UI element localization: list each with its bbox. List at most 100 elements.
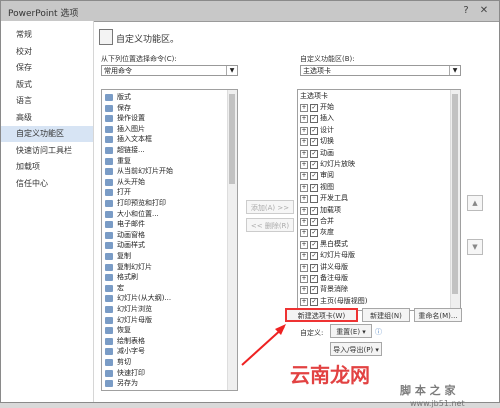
command-item[interactable]: 复制幻灯片 [102,263,152,272]
command-item[interactable]: 绘制表格 [102,337,145,346]
expand-icon[interactable]: + [300,161,308,169]
tab-checkbox[interactable]: ✓ [310,138,318,147]
tab-checkbox[interactable]: ✓ [310,104,318,112]
expand-icon[interactable]: + [300,138,308,147]
command-item[interactable]: 从头开始 [102,178,145,187]
commands-list[interactable]: 版式 保存 操作设置 插入图片 插入文本框 超链接... 重复 从当前幻灯片开始 从头开始 打开打… [101,89,238,391]
command-item[interactable]: 宏 [102,284,124,293]
command-item[interactable]: 格式刷 [102,273,138,282]
ribbon-tab-item[interactable]: + ✓ 幻灯片母版 [298,251,355,261]
command-item[interactable]: 大小和位置... [102,210,159,219]
command-item[interactable]: 快速打印 [102,369,145,378]
command-item[interactable]: 幻灯片(从大纲)... [102,294,171,303]
reset-button[interactable]: 重置(E) ▾ [330,324,372,338]
command-item[interactable]: 电子邮件 [102,220,145,229]
ribbon-tab-item[interactable]: + ✓ 设计 [298,126,334,135]
expand-icon[interactable]: + [300,218,308,226]
customize-ribbon-select[interactable]: 主选项卡 ▼ [300,65,461,76]
ribbon-tab-item[interactable]: + ✓ 加载项 [298,206,341,215]
expand-icon[interactable]: + [300,104,308,112]
expand-icon[interactable]: + [300,240,308,249]
expand-icon[interactable]: + [300,263,308,272]
ribbon-tab-item[interactable]: + ✓ 动画 [298,149,334,158]
command-item[interactable]: 打印预览和打印 [102,199,166,208]
expand-icon[interactable]: + [300,195,308,204]
command-item[interactable]: 打开 [102,188,131,197]
choose-commands-select[interactable]: 常用命令 ▼ [101,65,238,76]
command-item[interactable]: 动画窗格 [102,231,145,240]
ribbon-tab-item[interactable]: + 开发工具 [298,194,348,204]
tab-checkbox[interactable]: ✓ [310,172,318,181]
nav-item[interactable]: 快速访问工具栏 [1,143,93,159]
nav-item[interactable]: 加载项 [1,159,93,175]
ribbon-tab-item[interactable]: + ✓ 黑白模式 [298,240,348,249]
command-item[interactable]: 幻灯片母版 [102,316,152,325]
ribbon-tab-item[interactable]: + ✓ 视图 [298,183,334,192]
command-item[interactable]: 重复 [102,157,131,166]
command-item[interactable]: 剪切 [102,358,131,367]
expand-icon[interactable]: + [300,297,308,306]
tab-checkbox[interactable]: ✓ [310,183,318,192]
ribbon-tab-item[interactable]: + ✓ 讲义母版 [298,263,348,272]
command-item[interactable]: 操作设置 [102,114,145,123]
tab-checkbox[interactable]: ✓ [310,206,318,215]
command-item[interactable]: 动画样式 [102,241,145,250]
nav-item[interactable]: 信任中心 [1,176,93,192]
nav-item[interactable]: 语言 [1,93,93,109]
scroll-thumb[interactable] [229,94,235,184]
ribbon-tab-item[interactable]: + ✓ 开始 [298,103,334,112]
rename-button[interactable]: 重命名(M)... [414,308,462,322]
remove-button[interactable]: << 删除(R) [246,218,294,232]
expand-icon[interactable]: + [300,115,308,124]
tab-checkbox[interactable]: ✓ [310,229,318,238]
nav-item[interactable]: 校对 [1,44,93,60]
tab-checkbox[interactable]: ✓ [310,218,318,226]
expand-icon[interactable]: + [300,172,308,181]
ribbon-tab-item[interactable]: + ✓ 备注母版 [298,274,348,283]
tab-checkbox[interactable]: ✓ [310,115,318,124]
help-icon[interactable]: ? [459,4,473,17]
command-item[interactable]: 版式 [102,93,131,102]
tab-checkbox[interactable] [310,195,318,204]
move-up-button[interactable]: ▲ [467,195,483,211]
command-item[interactable]: 插入文本框 [102,135,152,144]
import-export-button[interactable]: 导入/导出(P) ▾ [330,342,382,356]
tab-checkbox[interactable]: ✓ [310,240,318,249]
command-item[interactable]: 减小字号 [102,347,145,356]
command-item[interactable]: 超链接... [102,146,145,155]
expand-icon[interactable]: + [300,149,308,158]
expand-icon[interactable]: + [300,252,308,261]
ribbon-tabs-tree[interactable]: 主选项卡 + ✓ 开始 + ✓ 插入 + ✓ 设计 + ✓ 切换 + ✓ 动画 + ✓ 幻灯片放映 + ✓ 审阅 + ✓ 视图 +… [297,89,461,311]
tab-checkbox[interactable]: ✓ [310,126,318,135]
tab-checkbox[interactable]: ✓ [310,263,318,272]
ribbon-tab-item[interactable]: + ✓ 切换 [298,137,334,147]
expand-icon[interactable]: + [300,286,308,295]
command-item[interactable]: 幻灯片浏览 [102,305,152,314]
expand-icon[interactable]: + [300,275,308,283]
ribbon-tab-item[interactable]: + ✓ 背景消除 [298,285,348,295]
tab-checkbox[interactable]: ✓ [310,149,318,158]
expand-icon[interactable]: + [300,126,308,135]
expand-icon[interactable]: + [300,229,308,238]
nav-item[interactable]: 常规 [1,27,93,43]
command-item[interactable]: 从当前幻灯片开始 [102,167,173,176]
add-button[interactable]: 添加(A) >> [246,200,294,214]
nav-item[interactable]: 版式 [1,77,93,93]
tab-checkbox[interactable]: ✓ [310,252,318,261]
tab-checkbox[interactable]: ✓ [310,297,318,306]
tab-checkbox[interactable]: ✓ [310,161,318,169]
move-down-button[interactable]: ▼ [467,239,483,255]
command-item[interactable]: 恢复 [102,326,131,335]
ribbon-tab-item[interactable]: + ✓ 灰度 [298,228,334,238]
ribbon-tab-item[interactable]: + ✓ 主页(母版视图) [298,297,367,306]
tree-scrollbar[interactable] [450,90,460,310]
ribbon-tab-item[interactable]: + ✓ 审阅 [298,171,334,181]
ribbon-tab-item[interactable]: + ✓ 幻灯片放映 [298,160,355,169]
expand-icon[interactable]: + [300,183,308,192]
expand-icon[interactable]: + [300,206,308,215]
nav-item[interactable]: 高级 [1,110,93,126]
close-icon[interactable]: ✕ [477,4,491,17]
tab-checkbox[interactable]: ✓ [310,275,318,283]
nav-item[interactable]: 保存 [1,60,93,76]
ribbon-tab-item[interactable]: + ✓ 合并 [298,217,334,226]
